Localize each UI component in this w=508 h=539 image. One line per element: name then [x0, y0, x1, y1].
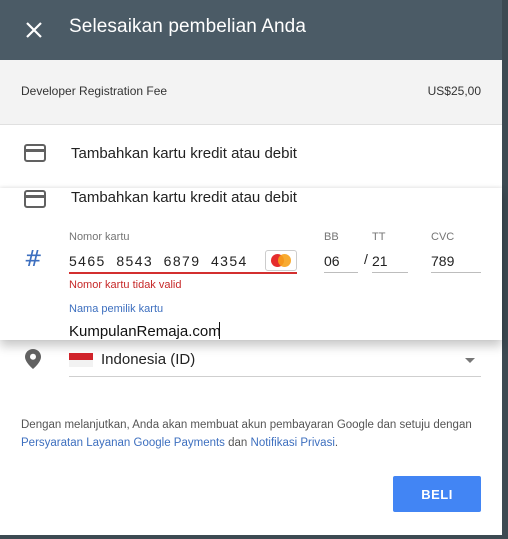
- credit-card-icon: [24, 190, 46, 208]
- fee-row: Developer Registration Fee US$25,00: [0, 60, 502, 125]
- legal-text: Dengan melanjutkan, Anda akan membuat ak…: [21, 416, 481, 452]
- card-form-title: Tambahkan kartu kredit atau debit: [71, 189, 297, 206]
- country-select[interactable]: Indonesia (ID): [69, 346, 481, 377]
- dropdown-arrow-icon: [465, 358, 475, 363]
- fee-label: Developer Registration Fee: [21, 84, 168, 98]
- mastercard-icon: [265, 250, 297, 271]
- terms-link[interactable]: Persyaratan Layanan Google Payments: [21, 437, 225, 449]
- window-bottom-edge: [0, 535, 508, 539]
- card-entry-form: Tambahkan kartu kredit atau debit # Nomo…: [0, 188, 502, 341]
- buy-button[interactable]: BELI: [393, 476, 481, 512]
- card-number-icon: #: [24, 247, 43, 272]
- month-label: BB: [324, 231, 339, 243]
- cardholder-name-label: Nama pemilik kartu: [69, 303, 164, 315]
- cvc-label: CVC: [431, 231, 455, 243]
- card-number-label: Nomor kartu: [69, 231, 130, 243]
- cardholder-name-field[interactable]: [69, 321, 269, 341]
- location-pin-icon: [25, 349, 41, 369]
- card-number-field[interactable]: [69, 250, 297, 274]
- dialog-header: Selesaikan pembelian Anda: [0, 0, 502, 60]
- text-cursor: [219, 322, 220, 339]
- year-field[interactable]: [372, 250, 408, 273]
- credit-card-icon: [24, 144, 46, 162]
- legal-text-end: .: [334, 437, 339, 449]
- dialog-title: Selesaikan pembelian Anda: [69, 16, 307, 37]
- add-card-label[interactable]: Tambahkan kartu kredit atau debit: [71, 145, 297, 162]
- indonesia-flag-icon: [69, 353, 93, 367]
- legal-text-and: dan: [224, 437, 251, 449]
- cvc-field[interactable]: [431, 250, 481, 273]
- date-separator: /: [364, 251, 368, 267]
- year-label: TT: [372, 231, 386, 243]
- legal-text-intro: Dengan melanjutkan, Anda akan membuat ak…: [21, 419, 472, 431]
- fee-amount: US$25,00: [427, 84, 481, 98]
- close-icon[interactable]: [22, 18, 46, 42]
- country-value: Indonesia (ID): [101, 351, 196, 368]
- window-edge: [502, 0, 508, 539]
- month-field[interactable]: [324, 250, 358, 273]
- card-number-error: Nomor kartu tidak valid: [69, 279, 182, 291]
- privacy-link[interactable]: Notifikasi Privasi: [251, 437, 335, 449]
